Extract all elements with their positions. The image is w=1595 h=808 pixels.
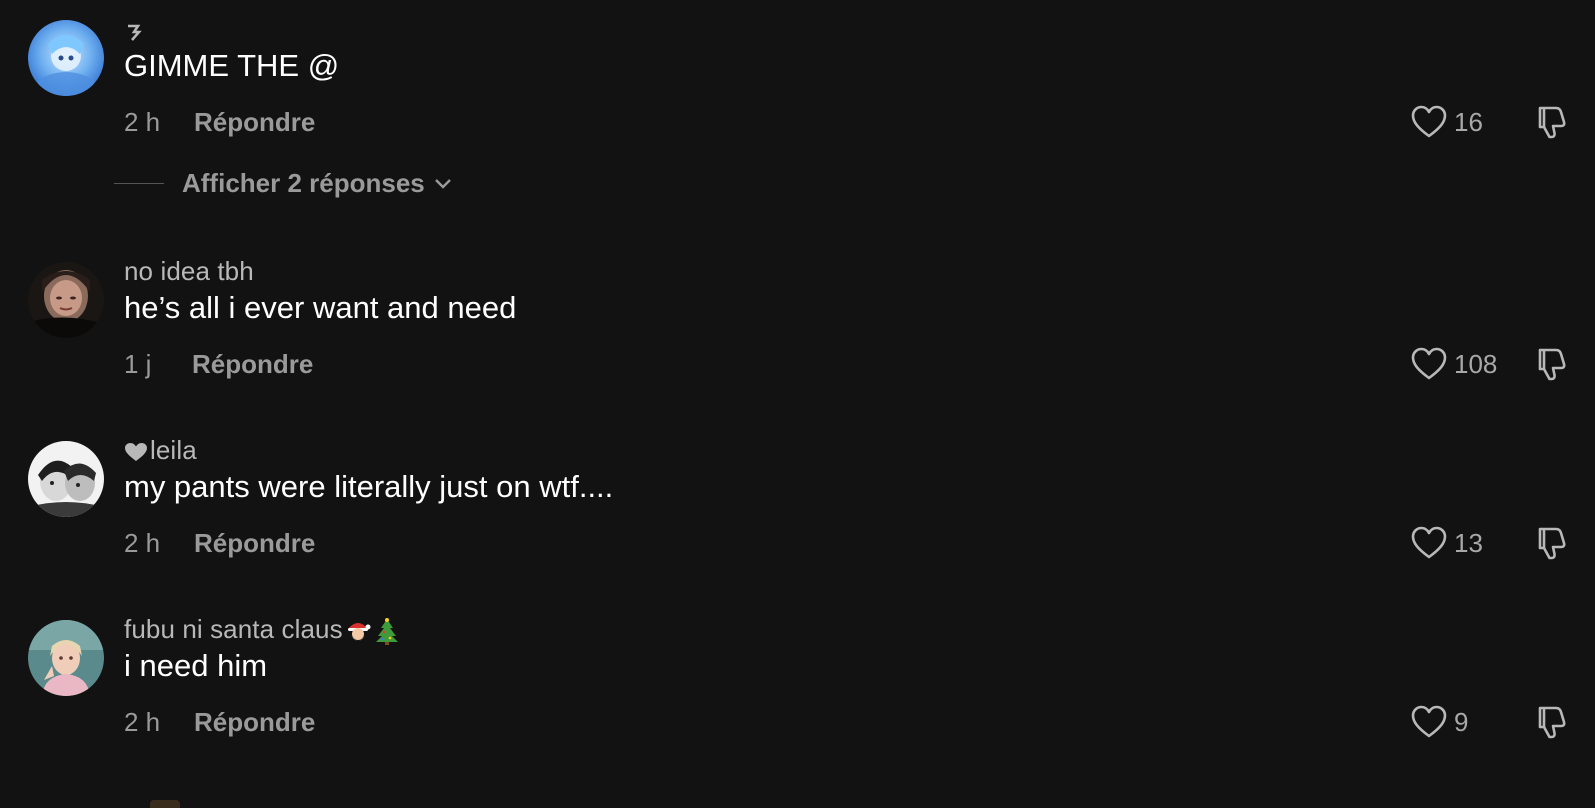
chevron-down-icon (434, 178, 451, 189)
like-count: 13 (1454, 527, 1483, 558)
christmas-tree-emoji (375, 618, 398, 646)
thumbs-down-icon (1538, 527, 1566, 560)
comment-text: he’s all i ever want and need (124, 290, 517, 325)
view-replies-button[interactable]: Afficher 2 réponses (114, 168, 453, 199)
heart-icon (1411, 347, 1447, 380)
comment-text: i need him (124, 648, 268, 683)
like-button[interactable]: 16 (1410, 102, 1483, 142)
avatar[interactable] (28, 262, 104, 338)
heart-icon (1411, 705, 1447, 738)
avatar[interactable] (28, 620, 104, 696)
divider (114, 183, 164, 184)
reply-button[interactable]: Répondre (194, 107, 315, 138)
comment-username[interactable]: no idea tbh (124, 256, 254, 287)
like-button[interactable]: 13 (1410, 523, 1483, 563)
heart-icon (1411, 526, 1447, 559)
comment-username[interactable]: leila (124, 435, 197, 466)
like-count: 9 (1454, 706, 1469, 737)
avatar[interactable] (28, 441, 104, 517)
santa-emoji (347, 623, 371, 642)
comment-time: 2 h (124, 528, 161, 558)
comment-username[interactable]: fubu ni santa claus (124, 614, 401, 646)
username-icon (124, 18, 144, 48)
avatar[interactable] (28, 20, 104, 96)
heart-icon (1411, 105, 1447, 138)
comment-username[interactable] (124, 18, 144, 49)
dislike-button[interactable] (1534, 702, 1574, 742)
thumbs-down-icon (1538, 706, 1566, 739)
heart-icon (125, 443, 147, 462)
comment-time: 2 h (124, 707, 161, 737)
username-label: fubu ni santa claus (124, 614, 343, 644)
comment-time: 1 j (124, 349, 152, 379)
comment-time: 2 h (124, 107, 161, 137)
like-count: 108 (1454, 348, 1498, 379)
dislike-button[interactable] (1534, 523, 1574, 563)
like-button[interactable]: 108 (1410, 344, 1497, 384)
comment-text: GIMME THE @ (124, 48, 340, 83)
thumbs-down-icon (1538, 106, 1566, 139)
dislike-button[interactable] (1534, 344, 1574, 384)
username-label: leila (150, 435, 197, 465)
reply-button[interactable]: Répondre (194, 528, 315, 559)
dislike-button[interactable] (1534, 102, 1574, 142)
view-replies-label: Afficher 2 réponses (182, 168, 425, 198)
like-count: 16 (1454, 106, 1483, 137)
like-button[interactable]: 9 (1410, 702, 1468, 742)
next-comment-partial (150, 800, 180, 808)
reply-button[interactable]: Répondre (192, 349, 313, 380)
thumbs-down-icon (1538, 348, 1566, 381)
comment-text: my pants were literally just on wtf.... (124, 469, 614, 504)
reply-button[interactable]: Répondre (194, 707, 315, 738)
